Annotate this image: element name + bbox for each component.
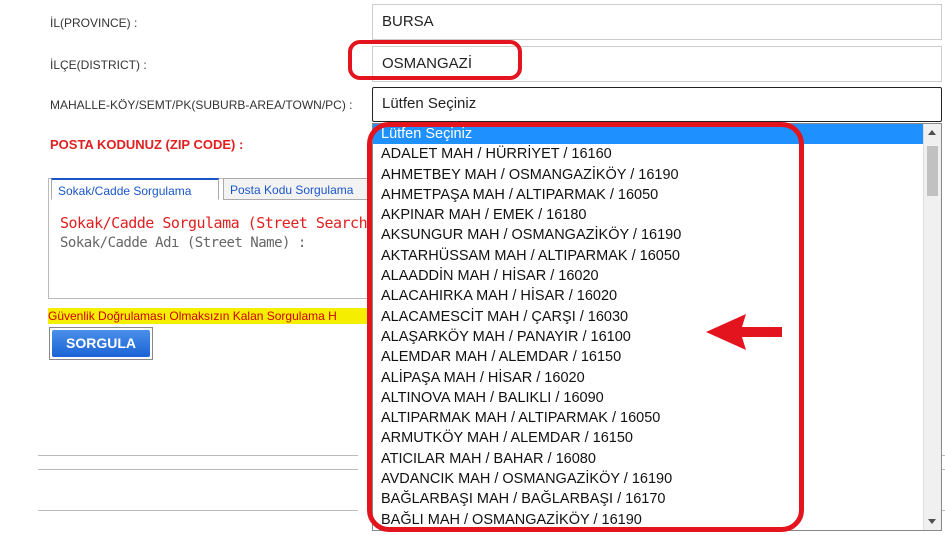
scrollbar-thumb[interactable] bbox=[927, 146, 938, 196]
security-warning: Güvenlik Doğrulaması Olmaksızın Kalan So… bbox=[48, 308, 373, 324]
street-name-label: Sokak/Cadde Adı (Street Name) : bbox=[60, 235, 306, 251]
divider bbox=[38, 469, 358, 470]
tab-zip-search[interactable]: Posta Kodu Sorgulama bbox=[223, 178, 383, 200]
dropdown-scrollbar[interactable] bbox=[923, 124, 941, 530]
divider bbox=[38, 510, 358, 511]
zip-code-label: POSTA KODUNUZ (ZIP CODE) : bbox=[50, 137, 244, 152]
scroll-down-icon[interactable] bbox=[928, 519, 936, 524]
divider bbox=[38, 455, 358, 456]
province-label: İL(PROVINCE) : bbox=[50, 16, 138, 30]
district-label: İLÇE(DISTRICT) : bbox=[50, 58, 147, 72]
search-button[interactable]: SORGULA bbox=[49, 327, 153, 360]
scroll-up-icon[interactable] bbox=[928, 130, 936, 135]
panel-title: Sokak/Cadde Sorgulama (Street Search bbox=[60, 214, 368, 232]
district-highlight-annotation bbox=[348, 40, 522, 80]
suburb-label: MAHALLE-KÖY/SEMT/PK(SUBURB-AREA/TOWN/PC)… bbox=[50, 98, 353, 112]
suburb-select[interactable]: Lütfen Seçiniz bbox=[372, 87, 942, 122]
province-field[interactable]: BURSA bbox=[372, 4, 942, 40]
tab-street-search[interactable]: Sokak/Cadde Sorgulama bbox=[51, 178, 219, 200]
arrow-left-icon bbox=[706, 314, 782, 350]
search-button-label: SORGULA bbox=[52, 330, 150, 357]
